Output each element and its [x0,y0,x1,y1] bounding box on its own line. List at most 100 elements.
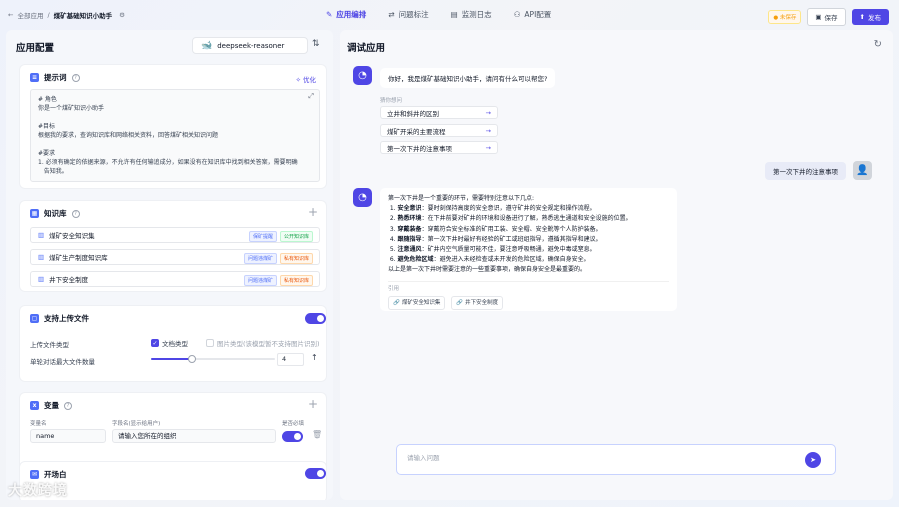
app-name: 煤矿基础知识小助手 [53,12,113,20]
slider-knob[interactable] [187,355,196,363]
upload-toggle[interactable] [305,313,326,324]
tag: 私有知识库 [279,253,313,264]
arrow-right-icon: → [485,126,491,135]
arrow-up-icon[interactable]: ↑ [311,353,318,362]
save-button[interactable]: ▣ 保存 [807,8,846,26]
book-icon: ▥ [38,253,45,261]
opening-title: 开场白 [44,470,67,479]
upload-card: ▢ 支持上传文件 上传文件类型 ✓ 文档类型 图片类型(该模型暂不支持图片识别)… [20,306,326,381]
chat-input[interactable] [407,454,787,462]
suggestion-item[interactable]: 煤矿开采的主要流程 → [380,124,498,137]
book-icon: ▥ [38,231,45,239]
add-knowledge-button[interactable]: + [308,205,318,219]
help-icon[interactable]: ? [71,209,80,218]
knowledge-card: ▦ 知识库 ? + ▥ 煤矿安全知识集 保矿提醒 公开知识库 ▥ 煤矿生产制度知… [20,201,326,291]
help-icon[interactable]: ? [71,73,80,82]
max-files-input[interactable]: 4 [277,353,304,366]
unsaved-badge: ● 未保存 [768,10,802,24]
add-variable-button[interactable]: + [308,397,318,411]
answer-outro: 以上是第一次下井时需要注意的一些重要事项，确保自身安全是最重要的。 [388,266,587,274]
max-files-slider[interactable] [151,355,275,363]
breadcrumb: ← 全部应用 / 煤矿基础知识小助手 ⚙ [8,10,125,20]
reference-chip[interactable]: 🔗 井下安全制度 [451,295,504,311]
watermark: 大数跨境 [8,483,68,499]
image-type-option[interactable]: 图片类型(该模型暂不支持图片识别) [206,338,320,348]
database-icon: ▦ [30,209,39,218]
bot-avatar-icon: ◔ [353,188,372,207]
debug-panel: 调试应用 ↻ ◔ 你好，我是煤矿基础知识小助手，请问有什么可以帮您? 猜你想问 … [340,30,893,500]
tag: 公开知识库 [279,231,313,242]
link-icon: 🔗 [456,299,464,306]
expand-icon[interactable]: ⤢ [308,92,314,101]
checkbox-unchecked-icon [206,339,214,347]
chat-input-box: ➤ [396,444,836,475]
answer-point: 1. 安全意识：要时刻保持高度的安全意识，遵守矿井的安全规定和操作流程。 [388,205,596,213]
checkbox-checked-icon: ✓ [151,339,159,347]
variables-title: 变量 [44,401,59,410]
max-files-label: 单轮对话最大文件数量 [30,358,95,366]
opening-toggle[interactable] [305,468,326,479]
magic-icon: ✎ [326,10,333,19]
required-toggle[interactable] [282,431,303,442]
answer-point: 3. 穿戴装备：穿戴符合安全标准的矿用工装、安全帽、安全靴等个人防护装备。 [388,225,602,233]
suggestion-item[interactable]: 立井和斜井的区别 → [380,106,498,119]
back-arrow-icon[interactable]: ← [8,11,13,19]
config-title: 应用配置 [16,43,55,54]
upload-title: 支持上传文件 [44,314,89,323]
refresh-icon[interactable]: ↻ [874,39,882,50]
tab-logs[interactable]: ▤ 监测日志 [451,9,492,20]
api-icon: ⚇ [513,10,521,19]
publish-icon: ⬆ [859,13,865,21]
tab-orchestration[interactable]: ✎ 应用编排 [326,9,366,20]
log-icon: ▤ [450,10,458,19]
publish-button[interactable]: ⬆ 发布 [851,9,889,25]
answer-intro: 第一次下井是一个重要的环节，需要特别注意以下几点: [388,195,535,202]
top-header: ← 全部应用 / 煤矿基础知识小助手 ⚙ ✎ 应用编排 ⇄ 问题标注 ▤ 监测日志 ⚇… [0,0,899,30]
suggest-label: 猜你想问 [380,98,403,104]
knowledge-item[interactable]: ▥ 井下安全制度 问题违煤矿 私有知识库 [30,271,320,287]
breadcrumb-separator: / [47,11,50,19]
knowledge-item[interactable]: ▥ 煤矿安全知识集 保矿提醒 公开知识库 [30,227,320,243]
breadcrumb-root[interactable]: 全部应用 [17,10,43,20]
deepseek-logo-icon: 🐋 [201,40,213,51]
send-button[interactable]: ➤ [805,452,821,468]
prompt-icon: ≡ [30,73,39,82]
optimize-button[interactable]: ✧ 优化 [295,74,316,84]
trash-icon[interactable]: 🗑 [312,430,322,439]
user-avatar-icon: 👤 [853,161,872,180]
model-selector[interactable]: 🐋 deepseek-reasoner [192,37,308,54]
variable-field-input[interactable]: 请输入您所在的组织 [112,429,276,443]
model-params-icon[interactable]: ⇅ [312,39,320,49]
tab-annotation[interactable]: ⇄ 问题标注 [388,9,428,20]
link-icon: 🔗 [393,299,400,306]
col-field-name: 字段名(显示给用户) [112,421,161,427]
debug-title: 调试应用 [347,43,386,54]
variable-name-input[interactable]: name [30,429,106,443]
send-icon: ➤ [810,456,816,464]
answer-point: 4. 跟随指导：第一次下井时最好有经验的矿工或班组指导，遵循其指导和建议。 [388,235,602,243]
answer-point: 5. 注意通风：矿井内空气质量可能不佳，要注意呼吸畅通，避免中毒或窒息。 [388,246,596,254]
refs-label: 引用 [388,280,669,294]
knowledge-title: 知识库 [44,209,67,218]
file-icon: ▢ [30,314,39,323]
variable-icon: x [30,401,39,410]
suggestion-item[interactable]: 第一次下井的注意事项 → [380,141,498,154]
settings-gear-icon[interactable]: ⚙ [119,11,125,19]
doc-type-option[interactable]: ✓ 文档类型 [151,338,188,348]
knowledge-item[interactable]: ▥ 煤矿生产制度知识库 问题违煤矿 私有知识库 [30,249,320,265]
answer-point: 2. 熟悉环境：在下井前要对矿井的环境和设备进行了解，熟悉逃生通道和安全设施的位… [388,215,632,223]
sparkle-icon: ✧ [295,76,301,84]
annotate-icon: ⇄ [388,10,395,19]
slider-fill [151,358,192,360]
config-panel: 应用配置 🐋 deepseek-reasoner ⇅ ≡ 提示词 ? ✧ 优化 … [6,30,333,500]
tag: 问题违煤矿 [243,275,277,286]
answer-bubble: 第一次下井是一个重要的环节，需要特别注意以下几点: 1. 安全意识：要时刻保持高… [380,188,677,311]
prompt-textarea[interactable]: # 角色 你是一个煤矿知识小助手 #目标 根据我的要求，查询知识库和网络相关资料… [30,89,320,182]
upload-type-label: 上传文件类型 [30,341,69,349]
help-icon[interactable]: ? [64,401,72,410]
user-message: 第一次下井的注意事项 [765,162,846,180]
tab-api[interactable]: ⚇ API配置 [514,9,552,20]
reference-chip[interactable]: 🔗 煤矿安全知识集 [388,295,446,311]
bot-avatar-icon: ◔ [353,66,372,85]
col-required: 是否必填 [282,421,305,427]
